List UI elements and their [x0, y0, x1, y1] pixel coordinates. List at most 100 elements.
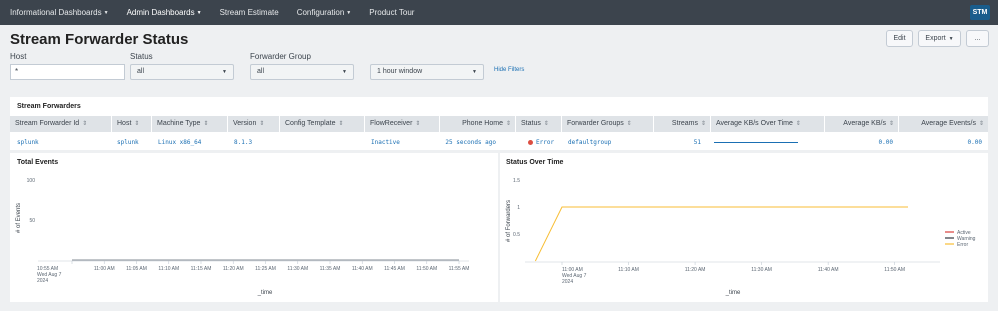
export-button[interactable]: Export ▼: [918, 30, 961, 47]
export-label: Export: [925, 35, 946, 42]
cell-forwarder-id[interactable]: splunk: [17, 139, 39, 146]
app-badge[interactable]: STM: [970, 5, 990, 20]
col-label: Forwarder Groups: [567, 120, 624, 127]
nav-admin-dashboards[interactable]: Admin Dashboards ▼: [127, 8, 202, 17]
y-tick-label: 1.5: [513, 178, 520, 184]
legend-label-error: Error: [957, 242, 968, 248]
col-label: Machine Type: [157, 120, 201, 127]
x-tick-label: 2024: [37, 278, 48, 284]
col-streams[interactable]: Streams ⇕: [654, 116, 711, 132]
col-version[interactable]: Version ⇕: [228, 116, 280, 132]
x-tick-label: 11:30 AM: [751, 267, 772, 273]
forwarder-group-select[interactable]: all ▼: [250, 64, 354, 80]
forwarders-title: Stream Forwarders: [17, 103, 81, 110]
total-events-chart: 5010010:55 AMWed Aug 7202411:00 AM 11:05 …: [16, 178, 470, 296]
caret-down-icon: ▼: [196, 9, 202, 16]
more-button[interactable]: ...: [966, 30, 989, 47]
status-text: Error: [536, 139, 555, 146]
col-label: Host: [117, 120, 132, 127]
sort-icon: ⇕: [134, 121, 140, 127]
cell-version[interactable]: 8.1.3: [234, 139, 252, 146]
col-label: FlowReceiver: [370, 120, 413, 127]
sort-icon: ⇕: [700, 121, 706, 127]
more-label: ...: [974, 35, 981, 42]
col-status[interactable]: Status ⇕: [516, 116, 562, 132]
x-tick-label: 2024: [562, 279, 573, 285]
cell-status[interactable]: Error: [528, 139, 554, 146]
sort-icon: ⇕: [338, 121, 344, 127]
sort-icon: ⇕: [505, 121, 511, 127]
nav-informational-dashboards[interactable]: Informational Dashboards ▼: [10, 8, 109, 17]
forwarder-group-label: Forwarder Group: [250, 52, 311, 61]
caret-down-icon: ▼: [346, 9, 352, 16]
sort-icon: ⇕: [626, 121, 632, 127]
nav-label: Product Tour: [369, 8, 415, 17]
cell-phone-home[interactable]: 25 seconds ago: [430, 139, 496, 146]
x-tick-label: 11:10 AM: [158, 266, 179, 272]
edit-button[interactable]: Edit: [886, 30, 913, 47]
nav-label: Configuration: [296, 8, 345, 17]
top-nav: Informational Dashboards ▼ Admin Dashboar…: [0, 0, 998, 25]
x-tick-label: 11:05 AM: [126, 266, 147, 272]
cell-streams[interactable]: 51: [650, 139, 701, 146]
col-forwarder-id[interactable]: Stream Forwarder Id ⇕: [10, 116, 112, 132]
group-value: all: [257, 68, 265, 75]
cell-flow-receiver[interactable]: Inactive: [371, 139, 400, 146]
x-tick-label: 11:20 AM: [223, 266, 244, 272]
time-range-picker[interactable]: 1 hour window ▼: [370, 64, 484, 80]
col-label: Streams: [671, 120, 698, 127]
y-tick-label: 50: [29, 218, 35, 224]
col-avg-kbs[interactable]: Average KB/s ⇕: [825, 116, 899, 132]
nav-stream-estimate[interactable]: Stream Estimate: [220, 8, 279, 17]
nav-product-tour[interactable]: Product Tour: [369, 8, 414, 17]
status-over-time-panel: Status Over Time 0.5 1 1.5 11:00 AM Wed Aug …: [500, 153, 988, 302]
hide-filters-link[interactable]: Hide Filters: [494, 67, 524, 73]
col-host[interactable]: Host ⇕: [112, 116, 152, 132]
sort-icon: ⇕: [888, 121, 894, 127]
x-tick-label: 11:35 AM: [320, 266, 341, 272]
col-label: Phone Home: [462, 120, 503, 127]
nav-configuration[interactable]: Configuration ▼: [297, 8, 352, 17]
table-header: Stream Forwarder Id ⇕ Host ⇕ Machine Type ⇕…: [10, 116, 988, 132]
col-label: Version: [233, 120, 257, 127]
cell-host[interactable]: splunk: [117, 139, 139, 146]
kbs-sparkline: [714, 142, 798, 143]
total-events-panel: Total Events 50 100 10:55 AM Wed Aug 7 2024 1…: [10, 153, 498, 302]
host-input[interactable]: *: [10, 64, 125, 80]
col-config-template[interactable]: Config Template ⇕: [280, 116, 365, 132]
cell-forwarder-groups[interactable]: defaultgroup: [568, 139, 611, 146]
col-machine-type[interactable]: Machine Type ⇕: [152, 116, 228, 132]
sort-icon: ⇕: [203, 121, 209, 127]
col-phone-home[interactable]: Phone Home ⇕: [440, 116, 516, 132]
x-tick-label: 11:55 AM: [449, 266, 470, 272]
edit-label: Edit: [893, 35, 906, 42]
x-tick-label: 11:50 AM: [416, 266, 437, 272]
sort-icon: ⇕: [415, 121, 421, 127]
cell-avg-kbs[interactable]: 0.00: [815, 139, 893, 146]
caret-down-icon: ▼: [103, 9, 109, 16]
sort-icon: ⇕: [795, 121, 801, 127]
x-tick-label: 11:00 AM: [94, 266, 115, 272]
y-axis-title: # of Events: [16, 203, 22, 233]
x-tick-label: 11:20 AM: [685, 267, 706, 273]
sort-icon: ⇕: [543, 121, 549, 127]
col-flow-receiver[interactable]: FlowReceiver ⇕: [365, 116, 440, 132]
status-label: Status: [130, 52, 153, 61]
col-forwarder-groups[interactable]: Forwarder Groups ⇕: [562, 116, 654, 132]
nav-label: Admin Dashboards: [126, 8, 195, 17]
col-avg-kbs-over-time[interactable]: Average KB/s Over Time ⇕: [711, 116, 825, 132]
sort-icon: ⇕: [259, 121, 265, 127]
cell-avg-events[interactable]: 0.00: [889, 139, 982, 146]
cell-machine-type[interactable]: Linux x86_64: [158, 139, 201, 146]
x-tick-label: 11:30 AM: [287, 266, 308, 272]
caret-down-icon: ▼: [472, 69, 477, 75]
x-axis-title: _time: [725, 290, 741, 296]
col-label: Stream Forwarder Id: [15, 120, 80, 127]
status-select[interactable]: all ▼: [130, 64, 234, 80]
col-avg-events[interactable]: Average Events/s ⇕: [899, 116, 988, 132]
caret-down-icon: ▼: [222, 69, 227, 75]
col-label: Average Events/s: [921, 120, 976, 127]
y-tick-label: 0.5: [513, 232, 520, 238]
x-tick-label: 11:45 AM: [384, 266, 405, 272]
sort-icon: ⇕: [82, 121, 88, 127]
